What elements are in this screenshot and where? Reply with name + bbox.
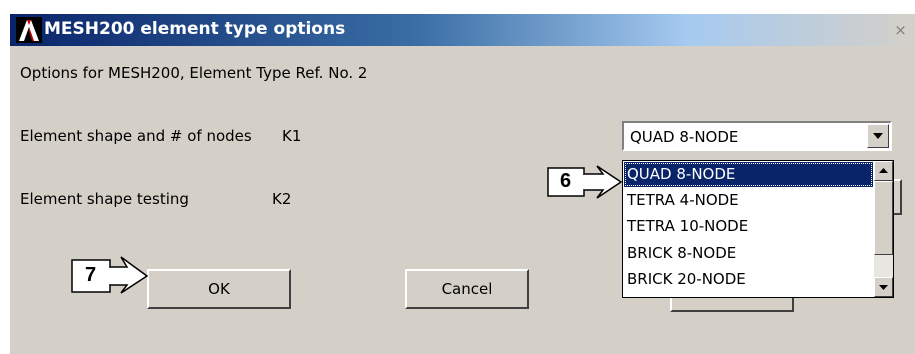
shape-label: Element shape and # of nodes — [20, 127, 252, 145]
callout-7-number: 7 — [85, 264, 97, 286]
list-option-brick-20[interactable]: BRICK 20-NODE — [624, 267, 873, 292]
close-icon[interactable]: × — [892, 22, 909, 38]
list-option-tetra-4[interactable]: TETRA 4-NODE — [624, 188, 873, 213]
shape-select-value: QUAD 8-NODE — [630, 128, 739, 146]
testing-key: K2 — [272, 190, 292, 208]
ok-button-label: OK — [208, 280, 230, 298]
testing-label: Element shape testing — [20, 190, 189, 208]
shape-key: K1 — [282, 127, 302, 145]
callout-6-number: 6 — [560, 170, 572, 192]
scroll-up-arrow-icon[interactable] — [874, 161, 893, 181]
chevron-down-icon[interactable] — [867, 124, 889, 148]
shape-select[interactable]: QUAD 8-NODE — [622, 121, 892, 151]
scroll-down-arrow-icon[interactable] — [874, 277, 893, 297]
callout-7: 7 — [71, 255, 149, 295]
dialog-window: MESH200 element type options × Options f… — [10, 14, 915, 354]
ok-button[interactable]: OK — [147, 269, 291, 309]
cancel-button[interactable]: Cancel — [405, 269, 529, 309]
shape-options-list[interactable]: QUAD 8-NODE TETRA 4-NODE TETRA 10-NODE B… — [622, 160, 894, 298]
title-bar: MESH200 element type options × — [10, 14, 915, 46]
ansys-logo-icon — [16, 17, 42, 43]
list-option-brick-8[interactable]: BRICK 8-NODE — [624, 241, 873, 266]
window-title: MESH200 element type options — [44, 19, 346, 39]
dialog-header-text: Options for MESH200, Element Type Ref. N… — [20, 64, 368, 82]
list-option-tetra-10[interactable]: TETRA 10-NODE — [624, 214, 873, 239]
cancel-button-label: Cancel — [441, 280, 493, 298]
scroll-thumb[interactable] — [874, 181, 893, 255]
list-scrollbar[interactable] — [874, 161, 893, 297]
callout-6: 6 — [547, 164, 623, 200]
list-option-quad-8[interactable]: QUAD 8-NODE — [624, 162, 873, 187]
